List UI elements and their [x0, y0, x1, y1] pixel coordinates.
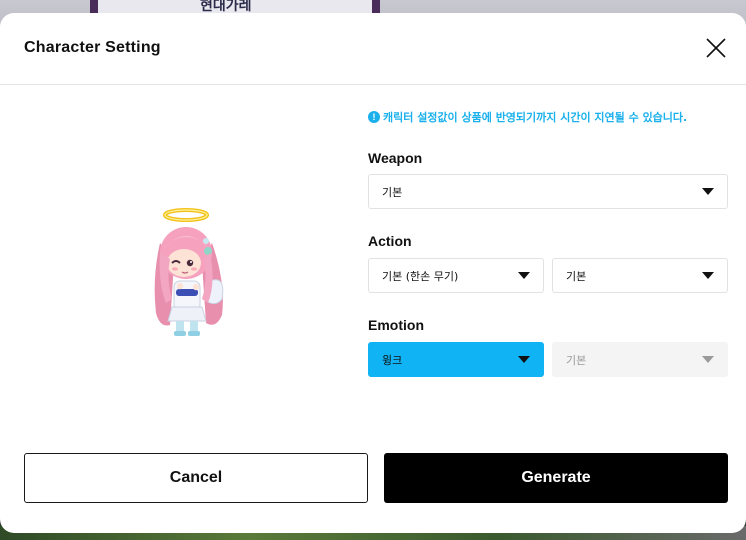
emotion-secondary-select: 기본	[552, 342, 728, 377]
cancel-button[interactable]: Cancel	[24, 453, 368, 503]
modal-header: Character Setting	[0, 13, 746, 85]
action-primary-value: 기본 (한손 무기)	[382, 269, 459, 283]
weapon-select-value: 기본	[382, 185, 403, 199]
caret-down-icon	[702, 356, 714, 363]
emotion-primary-select[interactable]: 윙크	[368, 342, 544, 377]
modal-title: Character Setting	[24, 39, 161, 56]
weapon-select[interactable]: 기본	[368, 174, 728, 209]
action-secondary-value: 기본	[566, 269, 587, 283]
generate-button[interactable]: Generate	[384, 453, 728, 503]
delay-notice-text: 캐릭터 설정값이 상품에 반영되기까지 시간이 지연될 수 있습니다.	[383, 111, 688, 124]
caret-down-icon	[702, 272, 714, 279]
delay-notice: ! 캐릭터 설정값이 상품에 반영되기까지 시간이 지연될 수 있습니다.	[368, 109, 687, 125]
emotion-primary-value: 윙크	[382, 353, 403, 367]
info-circle-icon: !	[368, 111, 380, 123]
character-preview	[130, 203, 230, 343]
character-setting-modal: Character Setting ! 캐릭터 설정값이 상품에 반영되기까지 …	[0, 13, 746, 533]
action-label: Action	[368, 233, 412, 249]
close-icon[interactable]	[704, 36, 728, 60]
caret-down-icon	[518, 272, 530, 279]
caret-down-icon	[518, 356, 530, 363]
action-primary-select[interactable]: 기본 (한손 무기)	[368, 258, 544, 293]
emotion-secondary-value: 기본	[566, 353, 587, 367]
background-banner-text: 현대가레	[200, 0, 252, 14]
emotion-label: Emotion	[368, 317, 424, 333]
action-secondary-select[interactable]: 기본	[552, 258, 728, 293]
weapon-label: Weapon	[368, 150, 423, 166]
caret-down-icon	[702, 188, 714, 195]
